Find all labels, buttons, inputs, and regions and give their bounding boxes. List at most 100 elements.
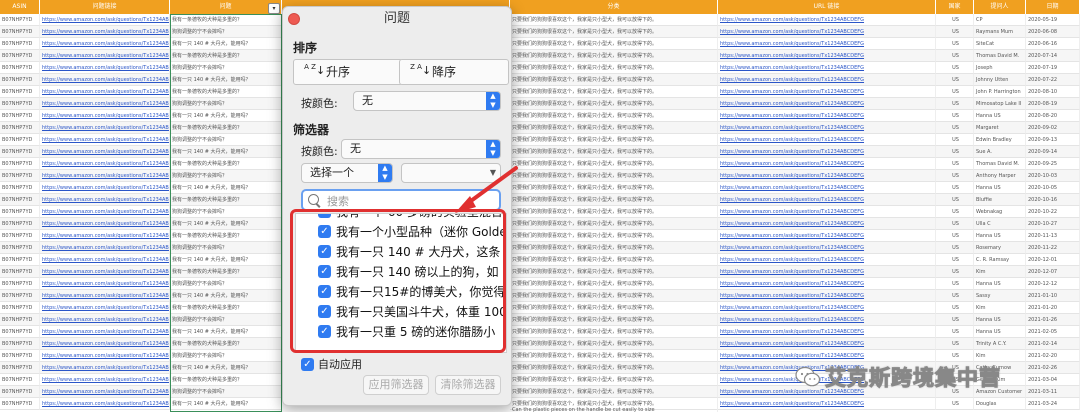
column-header[interactable]: 问题 bbox=[170, 0, 282, 14]
table-cell: 只要我们的狗狗很喜欢这个，我家是只小型犬，我可以放得下的。 bbox=[510, 38, 718, 50]
column-header[interactable]: 国家 bbox=[936, 0, 974, 14]
cell-link[interactable]: https://www.amazon.com/ask/questions/Tx1… bbox=[40, 386, 170, 398]
cell-link[interactable]: https://www.amazon.com/ask/questions/Tx1… bbox=[718, 74, 936, 86]
condition-select[interactable]: 选择一个 ▲ ▼ bbox=[301, 163, 393, 183]
cell-link[interactable]: https://www.amazon.com/ask/questions/Tx1… bbox=[718, 134, 936, 146]
table-cell: Thomas David M. bbox=[974, 158, 1026, 170]
cell-link[interactable]: https://www.amazon.com/ask/questions/Tx1… bbox=[40, 62, 170, 74]
column-header[interactable]: 分类 bbox=[510, 0, 718, 14]
condition-value-select[interactable]: ▼ bbox=[401, 163, 501, 183]
cell-link[interactable]: https://www.amazon.com/ask/questions/Tx1… bbox=[40, 374, 170, 386]
cell-link[interactable]: https://www.amazon.com/ask/questions/Tx1… bbox=[40, 254, 170, 266]
search-box[interactable] bbox=[301, 189, 501, 211]
cell-link[interactable]: https://www.amazon.com/ask/questions/Tx1… bbox=[40, 38, 170, 50]
cell-link[interactable]: https://www.amazon.com/ask/questions/Tx1… bbox=[718, 122, 936, 134]
cell-link[interactable]: https://www.amazon.com/ask/questions/Tx1… bbox=[40, 158, 170, 170]
list-item[interactable]: ✓ 我有一只15#的博美犬，你觉得 bbox=[296, 282, 506, 302]
cell-link[interactable]: https://www.amazon.com/ask/questions/Tx1… bbox=[718, 218, 936, 230]
cell-link[interactable]: https://www.amazon.com/ask/questions/Tx1… bbox=[40, 266, 170, 278]
checkbox-checked-icon[interactable]: ✓ bbox=[318, 225, 331, 238]
cell-link[interactable]: https://www.amazon.com/ask/questions/Tx1… bbox=[718, 170, 936, 182]
cell-link[interactable]: https://www.amazon.com/ask/questions/Tx1… bbox=[40, 50, 170, 62]
cell-link[interactable]: https://www.amazon.com/ask/questions/Tx1… bbox=[40, 14, 170, 26]
cell-link[interactable]: https://www.amazon.com/ask/questions/Tx1… bbox=[40, 146, 170, 158]
list-item[interactable]: ✓ 我有一只 140 # 大丹犬，这条 bbox=[296, 242, 506, 262]
list-item[interactable]: ✓ 我有一只美国斗牛犬，体重 100 bbox=[296, 302, 506, 322]
cell-link[interactable]: https://www.amazon.com/ask/questions/Tx1… bbox=[718, 230, 936, 242]
cell-link[interactable]: https://www.amazon.com/ask/questions/Tx1… bbox=[718, 338, 936, 350]
cell-link[interactable]: https://www.amazon.com/ask/questions/Tx1… bbox=[40, 362, 170, 374]
cell-link[interactable]: https://www.amazon.com/ask/questions/Tx1… bbox=[40, 194, 170, 206]
filter-values-list[interactable]: ✓ 我有一个 60 多磅的实验室混合 ✓ 我有一个小型品种（迷你 Golden ✓ 我… bbox=[295, 213, 507, 353]
cell-link[interactable]: https://www.amazon.com/ask/questions/Tx1… bbox=[40, 230, 170, 242]
cell-link[interactable]: https://www.amazon.com/ask/questions/Tx1… bbox=[718, 50, 936, 62]
cell-link[interactable]: https://www.amazon.com/ask/questions/Tx1… bbox=[718, 398, 936, 410]
sort-color-select[interactable]: 无 ▲ ▼ bbox=[353, 91, 501, 111]
checkbox-checked-icon[interactable]: ✓ bbox=[318, 305, 331, 318]
column-filter-button[interactable]: ▾ bbox=[268, 3, 280, 14]
cell-link[interactable]: https://www.amazon.com/ask/questions/Tx1… bbox=[718, 110, 936, 122]
cell-link[interactable]: https://www.amazon.com/ask/questions/Tx1… bbox=[718, 242, 936, 254]
cell-link[interactable]: https://www.amazon.com/ask/questions/Tx1… bbox=[718, 326, 936, 338]
cell-link[interactable]: https://www.amazon.com/ask/questions/Tx1… bbox=[718, 98, 936, 110]
cell-link[interactable]: https://www.amazon.com/ask/questions/Tx1… bbox=[40, 242, 170, 254]
checkbox-checked-icon[interactable]: ✓ bbox=[301, 358, 314, 371]
cell-link[interactable]: https://www.amazon.com/ask/questions/Tx1… bbox=[718, 290, 936, 302]
cell-link[interactable]: https://www.amazon.com/ask/questions/Tx1… bbox=[40, 86, 170, 98]
checkbox-checked-icon[interactable]: ✓ bbox=[318, 325, 331, 338]
cell-link[interactable]: https://www.amazon.com/ask/questions/Tx1… bbox=[718, 302, 936, 314]
cell-link[interactable]: https://www.amazon.com/ask/questions/Tx1… bbox=[718, 146, 936, 158]
cell-link[interactable]: https://www.amazon.com/ask/questions/Tx1… bbox=[718, 26, 936, 38]
cell-link[interactable]: https://www.amazon.com/ask/questions/Tx1… bbox=[40, 206, 170, 218]
column-header[interactable]: 提问人 bbox=[974, 0, 1026, 14]
search-input[interactable] bbox=[325, 192, 499, 210]
cell-link[interactable]: https://www.amazon.com/ask/questions/Tx1… bbox=[40, 398, 170, 410]
cell-link[interactable]: https://www.amazon.com/ask/questions/Tx1… bbox=[40, 278, 170, 290]
filter-color-select[interactable]: 无 ▲ ▼ bbox=[341, 139, 501, 159]
cell-link[interactable]: https://www.amazon.com/ask/questions/Tx1… bbox=[40, 98, 170, 110]
cell-link[interactable]: https://www.amazon.com/ask/questions/Tx1… bbox=[718, 86, 936, 98]
cell-link[interactable]: https://www.amazon.com/ask/questions/Tx1… bbox=[40, 26, 170, 38]
cell-link[interactable]: https://www.amazon.com/ask/questions/Tx1… bbox=[718, 14, 936, 26]
column-header[interactable]: ASIN bbox=[0, 0, 40, 14]
cell-link[interactable]: https://www.amazon.com/ask/questions/Tx1… bbox=[718, 206, 936, 218]
cell-link[interactable]: https://www.amazon.com/ask/questions/Tx1… bbox=[718, 158, 936, 170]
list-item[interactable]: ✓ 我有一个小型品种（迷你 Golden bbox=[296, 222, 506, 242]
cell-link[interactable]: https://www.amazon.com/ask/questions/Tx1… bbox=[718, 254, 936, 266]
cell-link[interactable]: https://www.amazon.com/ask/questions/Tx1… bbox=[40, 182, 170, 194]
checkbox-checked-icon[interactable]: ✓ bbox=[318, 214, 331, 218]
cell-link[interactable]: https://www.amazon.com/ask/questions/Tx1… bbox=[718, 314, 936, 326]
cell-link[interactable]: https://www.amazon.com/ask/questions/Tx1… bbox=[718, 38, 936, 50]
apply-filter-button[interactable]: 应用筛选器 bbox=[363, 375, 429, 395]
column-header[interactable]: URL 链接 bbox=[718, 0, 936, 14]
cell-link[interactable]: https://www.amazon.com/ask/questions/Tx1… bbox=[40, 350, 170, 362]
cell-link[interactable]: https://www.amazon.com/ask/questions/Tx1… bbox=[718, 194, 936, 206]
cell-link[interactable]: https://www.amazon.com/ask/questions/Tx1… bbox=[718, 182, 936, 194]
cell-link[interactable]: https://www.amazon.com/ask/questions/Tx1… bbox=[40, 338, 170, 350]
list-item[interactable]: ✓ 我有一只 140 磅以上的狗，如 bbox=[296, 262, 506, 282]
cell-link[interactable]: https://www.amazon.com/ask/questions/Tx1… bbox=[718, 266, 936, 278]
cell-link[interactable]: https://www.amazon.com/ask/questions/Tx1… bbox=[40, 74, 170, 86]
column-header[interactable]: 问题链接 bbox=[40, 0, 170, 14]
cell-link[interactable]: https://www.amazon.com/ask/questions/Tx1… bbox=[40, 326, 170, 338]
cell-link[interactable]: https://www.amazon.com/ask/questions/Tx1… bbox=[40, 302, 170, 314]
list-item[interactable]: ✓ 我有一只重 5 磅的迷你腊肠小 bbox=[296, 322, 506, 342]
cell-link[interactable]: https://www.amazon.com/ask/questions/Tx1… bbox=[40, 290, 170, 302]
cell-link[interactable]: https://www.amazon.com/ask/questions/Tx1… bbox=[40, 218, 170, 230]
cell-link[interactable]: https://www.amazon.com/ask/questions/Tx1… bbox=[40, 314, 170, 326]
checkbox-checked-icon[interactable]: ✓ bbox=[318, 285, 331, 298]
sort-descending-button[interactable]: Z A ↓ 降序 bbox=[399, 59, 509, 85]
list-item-partial[interactable]: ✓ 我有一个 60 多磅的实验室混合 bbox=[296, 214, 506, 222]
cell-link[interactable]: https://www.amazon.com/ask/questions/Tx1… bbox=[40, 122, 170, 134]
cell-link[interactable]: https://www.amazon.com/ask/questions/Tx1… bbox=[40, 110, 170, 122]
table-cell: 只要我们的狗狗很喜欢这个，我家是只小型犬，我可以放得下的。 bbox=[510, 386, 718, 398]
cell-link[interactable]: https://www.amazon.com/ask/questions/Tx1… bbox=[718, 278, 936, 290]
checkbox-checked-icon[interactable]: ✓ bbox=[318, 265, 331, 278]
clear-filter-button[interactable]: 清除筛选器 bbox=[435, 375, 501, 395]
column-header[interactable]: 日期 bbox=[1026, 0, 1080, 14]
cell-link[interactable]: https://www.amazon.com/ask/questions/Tx1… bbox=[40, 134, 170, 146]
checkbox-checked-icon[interactable]: ✓ bbox=[318, 245, 331, 258]
cell-link[interactable]: https://www.amazon.com/ask/questions/Tx1… bbox=[718, 62, 936, 74]
cell-link[interactable]: https://www.amazon.com/ask/questions/Tx1… bbox=[40, 170, 170, 182]
sort-ascending-button[interactable]: A Z ↓ 升序 bbox=[293, 59, 403, 85]
